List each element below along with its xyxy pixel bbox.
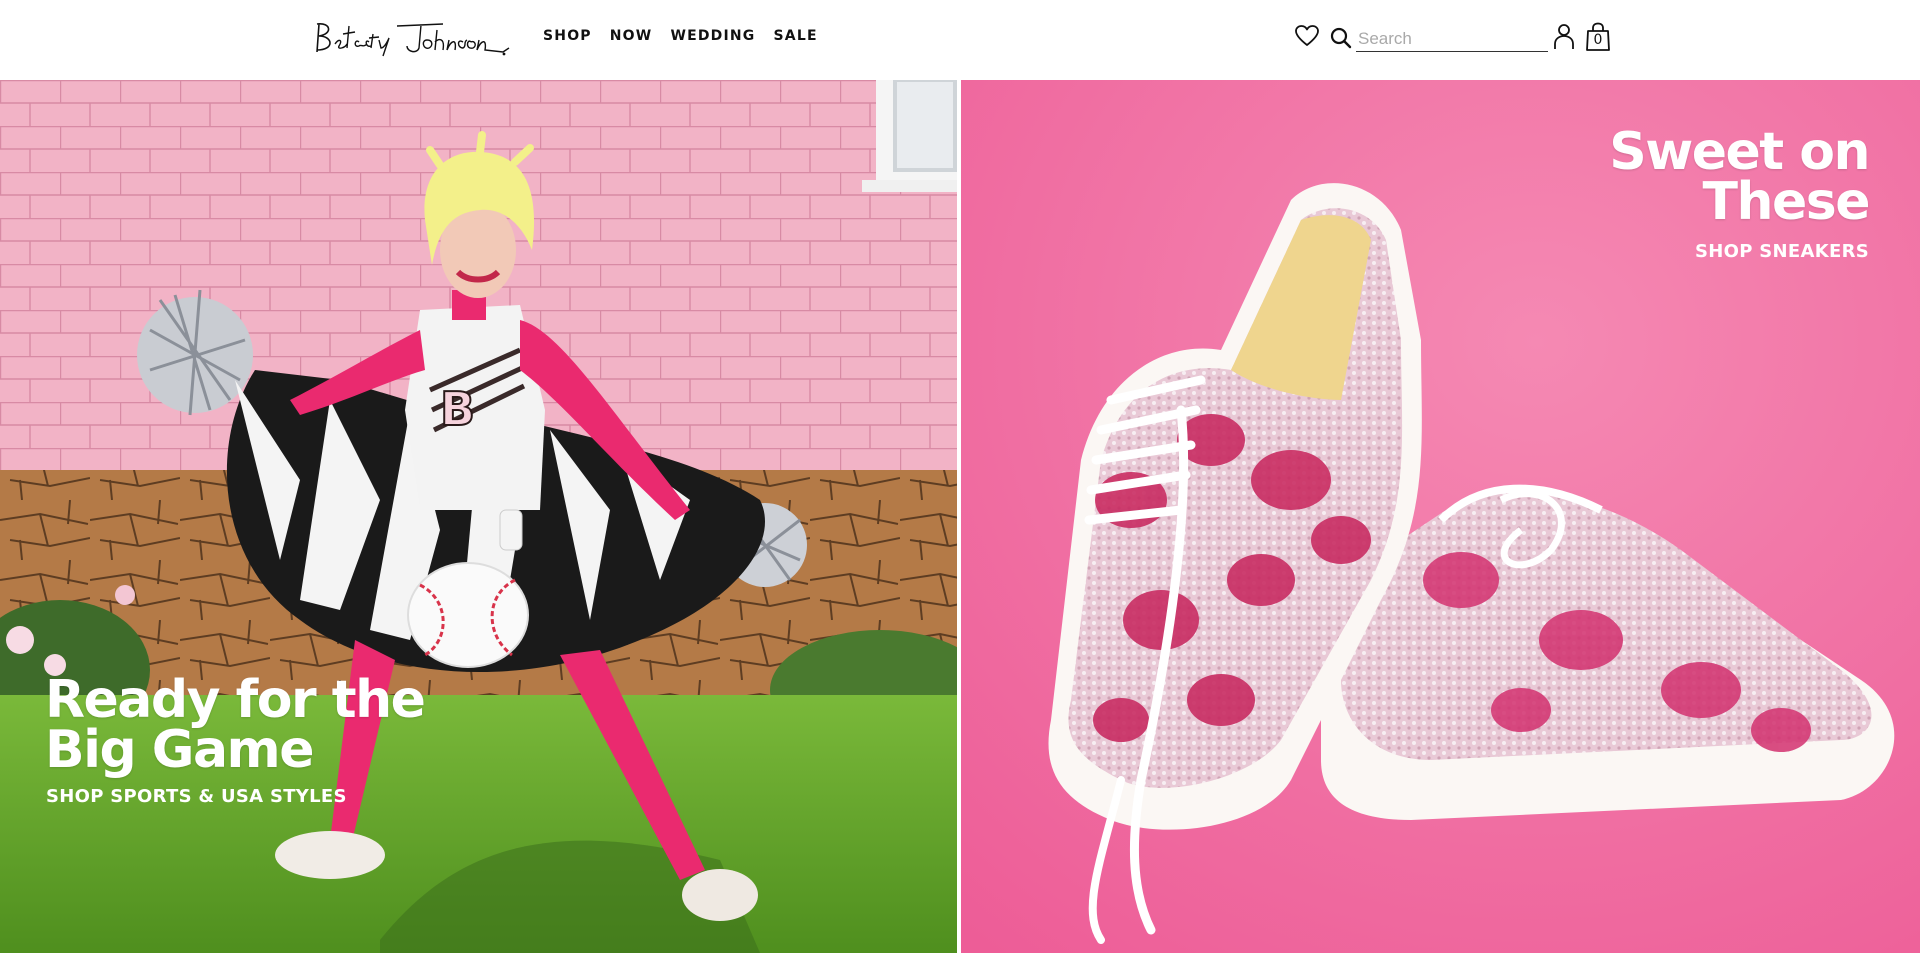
hero-right[interactable]: Sweet on These SHOP SNEAKERS <box>961 80 1920 953</box>
hero-left[interactable]: B Ready for the Big Game SHOP SPORTS & U… <box>0 80 957 953</box>
main-nav: SHOP NOW WEDDING SALE <box>543 26 836 46</box>
search-icon[interactable] <box>1330 27 1352 49</box>
hero-left-image: B <box>0 80 957 953</box>
svg-text:B: B <box>440 382 475 436</box>
site-header: SHOP NOW WEDDING SALE 0 <box>0 0 1920 80</box>
logo-wordmark <box>316 23 510 57</box>
hero-right-headline-line2: These <box>1702 172 1871 232</box>
brand-logo[interactable] <box>313 18 513 58</box>
heart-icon[interactable] <box>1294 24 1320 48</box>
header-utilities: 0 <box>1294 20 1614 54</box>
shop-sports-cta-link[interactable]: SHOP SPORTS & USA STYLES <box>46 786 347 807</box>
nav-now[interactable]: NOW <box>610 26 653 46</box>
hero-left-headline-line1: Ready for the <box>45 670 426 730</box>
nav-wedding[interactable]: WEDDING <box>670 26 755 46</box>
hero-right-headline-line1: Sweet on <box>1609 122 1870 182</box>
search-input[interactable] <box>1356 26 1548 52</box>
nav-shop[interactable]: SHOP <box>543 26 592 46</box>
bag-count: 0 <box>1593 32 1603 48</box>
hero-left-headline-line2: Big Game <box>45 720 315 780</box>
bag-button[interactable]: 0 <box>1584 22 1612 52</box>
account-icon[interactable] <box>1552 22 1576 50</box>
nav-sale[interactable]: SALE <box>774 26 818 46</box>
shop-sneakers-cta-link[interactable]: SHOP SNEAKERS <box>1695 241 1869 262</box>
